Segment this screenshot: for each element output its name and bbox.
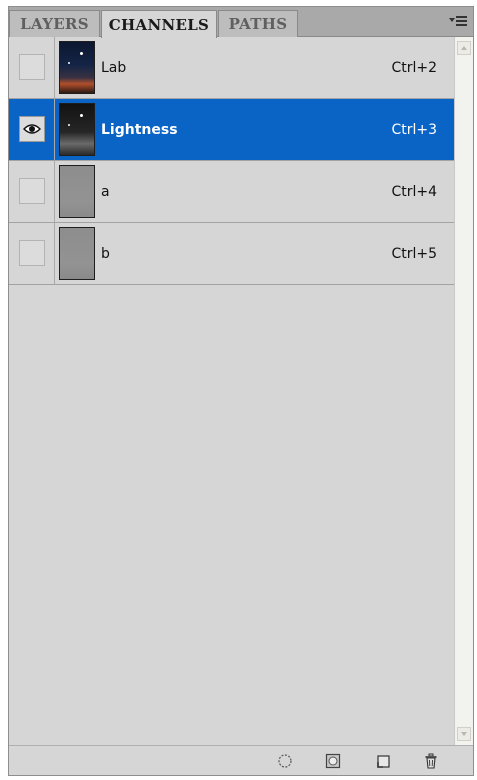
scroll-down-button[interactable] [457,727,471,741]
channel-name: Lightness [101,122,178,138]
menu-line [456,24,467,26]
vertical-scrollbar[interactable] [454,37,473,745]
panel-footer [9,745,473,775]
channel-name: a [101,184,110,200]
menu-line [456,16,467,18]
channel-row-a[interactable]: a Ctrl+4 [9,161,455,223]
channel-shortcut: Ctrl+5 [391,246,437,262]
channel-thumbnail [59,227,95,280]
chevron-down-icon [461,732,467,736]
visibility-toggle[interactable] [19,178,45,204]
create-new-channel-icon [377,755,390,768]
channel-thumbnail [59,165,95,218]
channel-shortcut: Ctrl+4 [391,184,437,200]
channel-shortcut: Ctrl+3 [391,122,437,138]
channel-row-lightness[interactable]: Lightness Ctrl+3 [9,99,455,161]
channel-name: b [101,246,110,262]
scroll-up-button[interactable] [457,41,471,55]
channel-thumbnail [59,41,95,94]
row-divider [54,161,55,222]
channel-list: Lab Ctrl+2 Lightness Ctrl+3 a Ctrl+4 b C… [9,37,455,737]
create-new-channel-button[interactable] [375,753,391,769]
visibility-toggle[interactable] [19,54,45,80]
delete-channel-icon [425,753,437,769]
menu-arrow-icon [449,18,455,22]
tab-layers[interactable]: LAYERS [9,10,100,37]
channel-shortcut: Ctrl+2 [391,60,437,76]
menu-line [456,20,467,22]
save-selection-as-channel-button[interactable] [325,753,341,769]
chevron-up-icon [461,46,467,50]
tab-paths[interactable]: PATHS [218,10,298,37]
panel-tab-bar: LAYERS CHANNELS PATHS [9,7,473,38]
delete-channel-button[interactable] [423,753,439,769]
load-channel-as-selection-button[interactable] [277,753,293,769]
row-divider [54,99,55,160]
tab-channels[interactable]: CHANNELS [101,10,217,38]
visibility-toggle[interactable] [19,116,45,142]
channel-thumbnail [59,103,95,156]
panel-menu-button[interactable] [449,13,469,29]
channel-row-b[interactable]: b Ctrl+5 [9,223,455,285]
channel-name: Lab [101,60,127,76]
eye-icon [23,124,41,134]
row-divider [54,37,55,98]
save-selection-as-channel-icon [325,753,341,769]
row-divider [54,223,55,284]
load-channel-as-selection-icon [278,754,292,768]
visibility-toggle[interactable] [19,240,45,266]
channel-row-lab[interactable]: Lab Ctrl+2 [9,37,455,99]
channels-panel: LAYERS CHANNELS PATHS Lab Ctrl+2 Lightne… [8,6,474,776]
